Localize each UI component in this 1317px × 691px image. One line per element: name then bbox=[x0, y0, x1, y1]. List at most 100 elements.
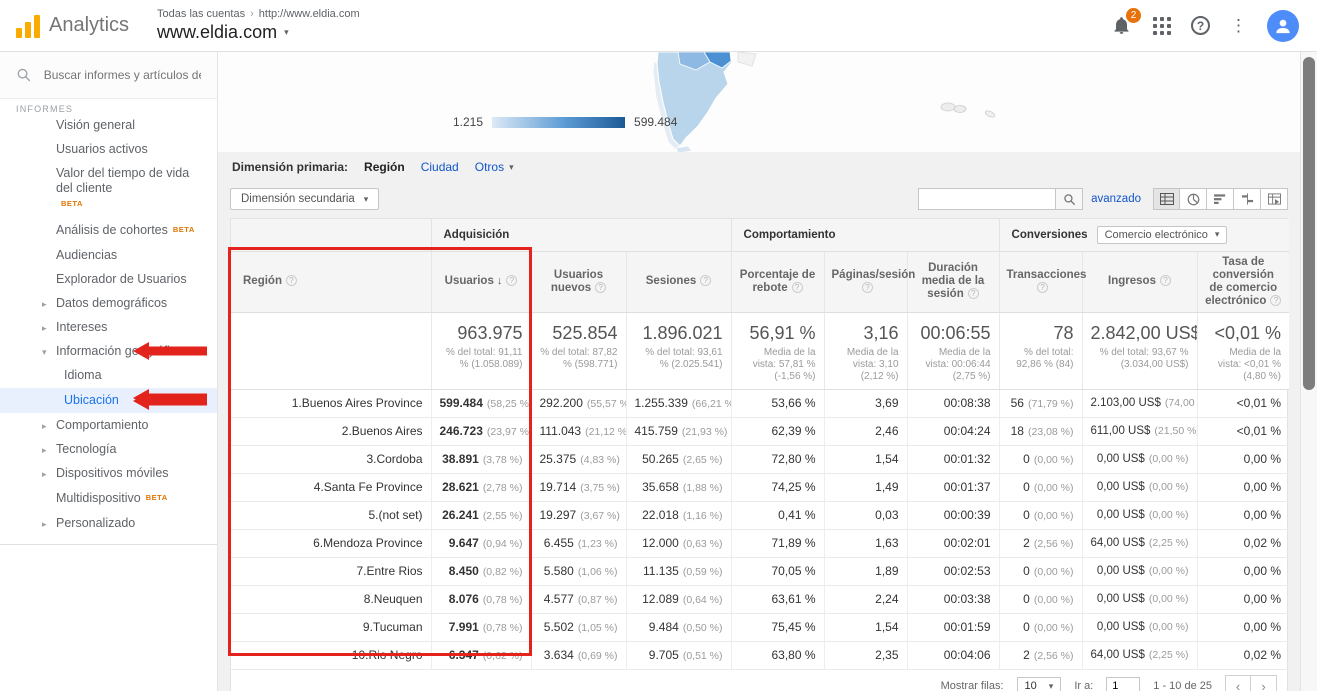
chevron-right-icon[interactable]: ▸ bbox=[42, 517, 47, 532]
previous-page-button[interactable]: ‹ bbox=[1225, 675, 1251, 691]
chevron-right-icon[interactable]: ▸ bbox=[42, 297, 47, 312]
table-search-input[interactable] bbox=[918, 188, 1056, 210]
chevron-right-icon[interactable]: ▸ bbox=[42, 321, 47, 336]
chevron-down-icon[interactable]: ▾ bbox=[42, 345, 47, 360]
region-link[interactable]: Tucuman bbox=[373, 620, 423, 634]
column-header-rate[interactable]: Tasa de conversión de comercio electróni… bbox=[1197, 251, 1289, 312]
breadcrumb-accounts[interactable]: Todas las cuentas bbox=[157, 8, 245, 20]
cell-pages: 1,63 bbox=[824, 529, 907, 557]
region-link[interactable]: Buenos Aires bbox=[352, 424, 423, 438]
region-link[interactable]: (not set) bbox=[378, 508, 422, 522]
advanced-search-link[interactable]: avanzado bbox=[1091, 193, 1141, 205]
secondary-dimension-button[interactable]: Dimensión secundaria ▾ bbox=[230, 188, 379, 210]
chevron-right-icon[interactable]: ▸ bbox=[42, 467, 47, 482]
region-link[interactable]: Santa Fe Province bbox=[324, 480, 423, 494]
account-switcher[interactable]: www.eldia.com ▾ bbox=[157, 22, 360, 43]
breadcrumb-property[interactable]: http://www.eldia.com bbox=[259, 8, 360, 20]
column-header-bounce[interactable]: Porcentaje de rebote? bbox=[731, 251, 824, 312]
column-header-users[interactable]: Usuarios↓? bbox=[431, 251, 531, 312]
cell-users: 38.891(3,78 %) bbox=[431, 445, 531, 473]
cell-rate: 0,00 % bbox=[1197, 501, 1289, 529]
help-icon[interactable]: ? bbox=[862, 282, 873, 293]
sidebar-item-ubicaci-n[interactable]: Ubicación bbox=[0, 388, 217, 413]
sidebar-item-explorador-de-usuarios[interactable]: Explorador de Usuarios bbox=[0, 267, 217, 291]
scrollbar-thumb[interactable] bbox=[1303, 57, 1315, 390]
pager: ‹ › bbox=[1225, 675, 1277, 691]
sidebar-item-label: Datos demográficos bbox=[56, 296, 167, 311]
help-icon[interactable]: ? bbox=[700, 275, 711, 286]
header-actions: 2 ? ⋮ bbox=[1111, 10, 1299, 42]
help-icon[interactable]: ? bbox=[792, 282, 803, 293]
chevron-right-icon[interactable]: ▸ bbox=[42, 443, 47, 458]
dimension-ciudad[interactable]: Ciudad bbox=[421, 160, 459, 174]
sidebar-item-datos-demogr-ficos[interactable]: ▸ Datos demográficos bbox=[0, 291, 217, 315]
avatar[interactable] bbox=[1267, 10, 1299, 42]
goto-page-input[interactable] bbox=[1106, 677, 1140, 691]
comparison-view-button[interactable] bbox=[1234, 188, 1261, 210]
search-input[interactable] bbox=[44, 68, 201, 82]
next-page-button[interactable]: › bbox=[1251, 675, 1277, 691]
help-icon[interactable]: ? bbox=[1270, 295, 1281, 306]
cell-revenue: 0,00 US$(0,00 %) bbox=[1082, 501, 1197, 529]
ecommerce-selector[interactable]: Comercio electrónico ▾ bbox=[1097, 226, 1228, 244]
column-header-duration[interactable]: Duración media de la sesión? bbox=[907, 251, 999, 312]
sidebar-item-usuarios-activos[interactable]: Usuarios activos bbox=[0, 137, 217, 161]
table-view-button[interactable] bbox=[1153, 188, 1180, 210]
percentage-view-button[interactable] bbox=[1180, 188, 1207, 210]
region-link[interactable]: Cordoba bbox=[376, 452, 422, 466]
column-header-new_users[interactable]: Usuarios nuevos? bbox=[531, 251, 626, 312]
primary-dimension-bar: Dimensión primaria: Región Ciudad Otros▾ bbox=[218, 152, 1300, 182]
dimension-region[interactable]: Región bbox=[364, 160, 405, 174]
help-icon[interactable]: ? bbox=[968, 288, 979, 299]
vertical-scrollbar[interactable] bbox=[1300, 52, 1317, 691]
sidebar-item-intereses[interactable]: ▸Intereses bbox=[0, 315, 217, 339]
sidebar-item-personalizado[interactable]: ▸Personalizado bbox=[0, 511, 217, 535]
search-icon bbox=[16, 67, 32, 83]
region-link[interactable]: Mendoza Province bbox=[323, 536, 422, 550]
column-header-sessions[interactable]: Sesiones? bbox=[626, 251, 731, 312]
region-link[interactable]: Buenos Aires Province bbox=[302, 396, 423, 410]
column-header-region[interactable]: Región? bbox=[231, 251, 431, 312]
region-link[interactable]: Rio Negro bbox=[368, 648, 422, 662]
sidebar-search[interactable] bbox=[0, 52, 217, 99]
table-search-button[interactable] bbox=[1056, 188, 1083, 210]
sidebar-item-label: Multidispositivo bbox=[56, 491, 141, 506]
more-menu-icon[interactable]: ⋮ bbox=[1230, 17, 1247, 34]
help-icon[interactable]: ? bbox=[1037, 282, 1048, 293]
help-icon[interactable]: ? bbox=[595, 282, 606, 293]
sidebar-item-visi-n-general[interactable]: Visión general bbox=[0, 113, 217, 137]
sidebar-item-an-lisis-de-cohortes[interactable]: Análisis de cohortesBETA bbox=[0, 217, 217, 243]
column-header-pages[interactable]: Páginas/sesión? bbox=[824, 251, 907, 312]
summary-pages: 3,16Media de la vista: 3,10 (2,12 %) bbox=[824, 312, 907, 389]
bars-view-icon bbox=[1214, 193, 1227, 205]
breadcrumb: Todas las cuentas›http://www.eldia.com bbox=[157, 8, 360, 20]
geo-map[interactable] bbox=[618, 52, 1018, 152]
sidebar-item-tecnolog-a[interactable]: ▸Tecnología bbox=[0, 437, 217, 461]
caret-down-icon: ▾ bbox=[284, 27, 289, 38]
rows-per-page-select[interactable]: 10 ▾ bbox=[1017, 677, 1062, 691]
help-icon[interactable]: ? bbox=[1160, 275, 1171, 286]
chevron-right-icon[interactable]: ▸ bbox=[42, 419, 47, 434]
pivot-view-button[interactable] bbox=[1261, 188, 1288, 210]
help-icon[interactable]: ? bbox=[1191, 16, 1210, 35]
sidebar-item-dispositivos-m-viles[interactable]: ▸Dispositivos móviles bbox=[0, 461, 217, 485]
column-header-revenue[interactable]: Ingresos? bbox=[1082, 251, 1197, 312]
main-content: 1.215 599.484 Dimensión primaria: Región… bbox=[218, 52, 1300, 691]
region-link[interactable]: Entre Rios bbox=[366, 564, 422, 578]
summary-transactions: 78% del total: 92,86 % (84) bbox=[999, 312, 1082, 389]
dimension-otros[interactable]: Otros▾ bbox=[475, 160, 514, 174]
help-icon[interactable]: ? bbox=[506, 275, 517, 286]
sidebar-item-valor-del-tiempo-de-vida-del-cliente[interactable]: Valor del tiempo de vida del clienteBETA bbox=[0, 161, 217, 217]
region-link[interactable]: Neuquen bbox=[374, 592, 423, 606]
sidebar-item-informaci-n-geogr-fica[interactable]: ▾Información geográfica bbox=[0, 339, 217, 363]
performance-view-button[interactable] bbox=[1207, 188, 1234, 210]
sidebar-item-multidispositivo[interactable]: MultidispositivoBETA bbox=[0, 485, 217, 511]
sidebar-item-idioma[interactable]: Idioma bbox=[0, 363, 217, 388]
apps-grid-icon[interactable] bbox=[1153, 17, 1171, 35]
sidebar-item-comportamiento[interactable]: ▸Comportamiento bbox=[0, 413, 217, 437]
analytics-logo-icon[interactable] bbox=[16, 14, 40, 38]
help-icon[interactable]: ? bbox=[286, 275, 297, 286]
column-header-transactions[interactable]: Transacciones? bbox=[999, 251, 1082, 312]
sidebar-item-audiencias[interactable]: Audiencias bbox=[0, 243, 217, 267]
notifications-button[interactable]: 2 bbox=[1111, 15, 1133, 37]
